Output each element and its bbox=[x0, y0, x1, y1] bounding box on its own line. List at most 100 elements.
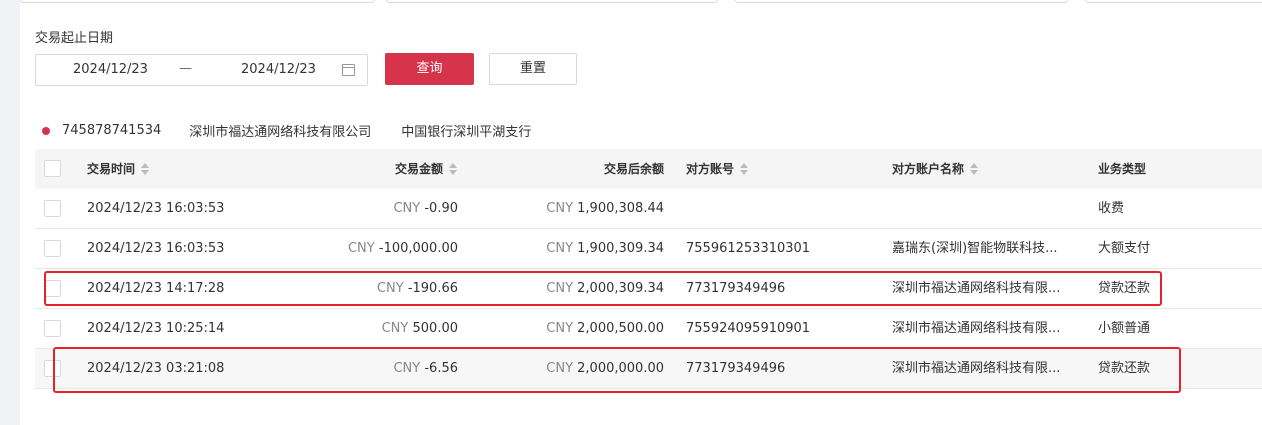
checkbox-box[interactable] bbox=[44, 360, 61, 377]
end-date[interactable]: 2024/12/23 bbox=[241, 62, 316, 77]
account-info: 745878741534 深圳市福达通网络科技有限公司 中国银行深圳平湖支行 bbox=[42, 121, 531, 140]
header-biz-type: 业务类型 bbox=[1098, 149, 1218, 189]
balance-value: 2,000,500.00 bbox=[577, 321, 664, 336]
header-counter-account-label: 对方账号 bbox=[686, 162, 735, 176]
currency-code: CNY bbox=[546, 201, 574, 216]
checkbox-box[interactable] bbox=[44, 320, 61, 337]
cell-biz-type: 贷款还款 bbox=[1098, 281, 1151, 296]
cell-counter-name bbox=[892, 189, 1084, 229]
currency-code: CNY bbox=[347, 241, 375, 256]
date-range-label: 交易起止日期 bbox=[35, 31, 114, 46]
checkbox-box[interactable] bbox=[44, 240, 61, 257]
row-checkbox[interactable] bbox=[44, 269, 62, 309]
balance-value: 1,900,309.34 bbox=[577, 241, 664, 256]
currency-code: CNY bbox=[546, 241, 574, 256]
header-biz-type-label: 业务类型 bbox=[1098, 162, 1147, 176]
sort-icon[interactable] bbox=[740, 162, 749, 175]
currency-code: CNY bbox=[393, 361, 421, 376]
currency-code: CNY bbox=[381, 321, 409, 336]
sort-icon[interactable] bbox=[449, 162, 458, 175]
filter-input-4[interactable] bbox=[1085, 0, 1262, 3]
amount-value: 500.00 bbox=[412, 321, 459, 336]
header-balance: 交易后余额 bbox=[475, 149, 664, 189]
main-panel: 交易起止日期 2024/12/23 — 2024/12/23 查询 重置 745… bbox=[20, 0, 1262, 425]
filter-input-2[interactable] bbox=[386, 0, 718, 3]
filter-input-3[interactable] bbox=[735, 0, 1068, 3]
query-button[interactable]: 查询 bbox=[385, 53, 474, 85]
balance-value: 2,000,309.34 bbox=[577, 281, 664, 296]
cell-counter-account: 773179349496 bbox=[686, 281, 786, 296]
cell-counter-account bbox=[686, 189, 886, 229]
cell-balance: CNY 2,000,500.00 bbox=[475, 309, 664, 349]
cell-time: 2024/12/23 16:03:53 bbox=[87, 241, 225, 256]
account-bank: 中国银行深圳平湖支行 bbox=[401, 125, 532, 140]
amount-value: -6.56 bbox=[424, 361, 458, 376]
cell-counter-name: 嘉瑞东(深圳)智能物联科技... bbox=[892, 241, 1058, 256]
cell-counter-account: 773179349496 bbox=[686, 361, 786, 376]
balance-value: 1,900,308.44 bbox=[577, 201, 664, 216]
table-row[interactable]: 2024/12/23 14:17:28 CNY -190.66 CNY 2,00… bbox=[35, 269, 1262, 309]
currency-code: CNY bbox=[546, 361, 574, 376]
cell-amount: CNY -0.90 bbox=[280, 189, 458, 229]
cell-biz-type: 小额普通 bbox=[1098, 321, 1151, 336]
cell-biz-type: 大额支付 bbox=[1098, 241, 1151, 256]
currency-code: CNY bbox=[393, 201, 421, 216]
sort-icon[interactable] bbox=[970, 162, 979, 175]
currency-code: CNY bbox=[546, 321, 574, 336]
checkbox-box[interactable] bbox=[44, 200, 61, 217]
sort-icon[interactable] bbox=[141, 162, 150, 175]
cell-amount: CNY -100,000.00 bbox=[280, 229, 458, 269]
header-amount[interactable]: 交易金额 bbox=[280, 149, 458, 189]
cell-amount: CNY 500.00 bbox=[280, 309, 458, 349]
amount-value: -190.66 bbox=[407, 281, 458, 296]
header-amount-label: 交易金额 bbox=[394, 162, 443, 176]
checkbox-box[interactable] bbox=[44, 160, 61, 177]
cell-time: 2024/12/23 14:17:28 bbox=[87, 281, 225, 296]
cell-counter-name: 深圳市福达通网络科技有限... bbox=[892, 281, 1061, 296]
balance-value: 2,000,000.00 bbox=[577, 361, 664, 376]
cell-time: 2024/12/23 10:25:14 bbox=[87, 321, 225, 336]
cell-counter-name: 深圳市福达通网络科技有限... bbox=[892, 361, 1061, 376]
cell-amount: CNY -190.66 bbox=[280, 269, 458, 309]
header-balance-label: 交易后余额 bbox=[603, 162, 664, 176]
account-name: 深圳市福达通网络科技有限公司 bbox=[189, 125, 372, 140]
calendar-icon[interactable] bbox=[342, 64, 355, 76]
cell-balance: CNY 1,900,308.44 bbox=[475, 189, 664, 229]
table-header: 交易时间 交易金额 交易后余额 对方账号 对方账户名称 业务类型 bbox=[35, 149, 1262, 189]
date-separator: — bbox=[179, 61, 192, 76]
cell-counter-account: 755961253310301 bbox=[686, 241, 811, 256]
header-counter-name[interactable]: 对方账户名称 bbox=[892, 149, 1084, 189]
cell-balance: CNY 2,000,309.34 bbox=[475, 269, 664, 309]
cell-time: 2024/12/23 16:03:53 bbox=[87, 201, 225, 216]
header-time-label: 交易时间 bbox=[87, 162, 136, 176]
cell-balance: CNY 2,000,000.00 bbox=[475, 349, 664, 389]
cell-balance: CNY 1,900,309.34 bbox=[475, 229, 664, 269]
transactions-table: 交易时间 交易金额 交易后余额 对方账号 对方账户名称 业务类型 2024/12… bbox=[35, 149, 1262, 389]
select-all-checkbox[interactable] bbox=[44, 149, 62, 189]
cell-time: 2024/12/23 03:21:08 bbox=[87, 361, 225, 376]
amount-value: -100,000.00 bbox=[378, 241, 458, 256]
cell-biz-type: 收费 bbox=[1098, 201, 1125, 216]
cell-counter-account: 755924095910901 bbox=[686, 321, 811, 336]
cell-counter-name: 深圳市福达通网络科技有限... bbox=[892, 321, 1061, 336]
table-row[interactable]: 2024/12/23 03:21:08 CNY -6.56 CNY 2,000,… bbox=[35, 349, 1262, 389]
table-row[interactable]: 2024/12/23 10:25:14 CNY 500.00 CNY 2,000… bbox=[35, 309, 1262, 349]
amount-value: -0.90 bbox=[424, 201, 458, 216]
header-counter-name-label: 对方账户名称 bbox=[892, 162, 965, 176]
row-checkbox[interactable] bbox=[44, 309, 62, 349]
header-counter-account[interactable]: 对方账号 bbox=[686, 149, 886, 189]
cell-amount: CNY -6.56 bbox=[280, 349, 458, 389]
currency-code: CNY bbox=[546, 281, 574, 296]
filter-input-1[interactable] bbox=[20, 0, 375, 3]
header-time[interactable]: 交易时间 bbox=[87, 149, 287, 189]
row-checkbox[interactable] bbox=[44, 189, 62, 229]
date-range-picker[interactable]: 2024/12/23 — 2024/12/23 bbox=[35, 54, 368, 86]
table-row[interactable]: 2024/12/23 16:03:53 CNY -100,000.00 CNY … bbox=[35, 229, 1262, 269]
row-checkbox[interactable] bbox=[44, 229, 62, 269]
table-row[interactable]: 2024/12/23 16:03:53 CNY -0.90 CNY 1,900,… bbox=[35, 189, 1262, 229]
checkbox-box[interactable] bbox=[44, 280, 61, 297]
row-checkbox[interactable] bbox=[44, 349, 62, 389]
account-number: 745878741534 bbox=[62, 123, 162, 138]
start-date[interactable]: 2024/12/23 bbox=[73, 62, 148, 77]
reset-button[interactable]: 重置 bbox=[489, 53, 577, 85]
